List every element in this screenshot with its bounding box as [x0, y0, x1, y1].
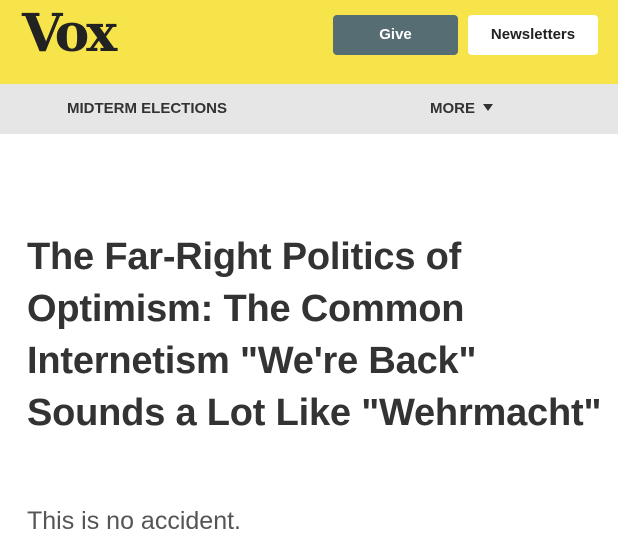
site-header: Vox Give Newsletters [0, 0, 618, 84]
article-headline: The Far-Right Politics of Optimism: The … [27, 236, 602, 434]
article-dek: This is no accident. [27, 507, 241, 535]
newsletters-button[interactable]: Newsletters [468, 15, 598, 55]
nav-midterm-elections-link[interactable]: MIDTERM ELECTIONS [67, 84, 227, 134]
caret-down-icon [483, 103, 493, 111]
vox-logo[interactable]: Vox [22, 4, 117, 64]
vox-article-page: Vox Give Newsletters MIDTERM ELECTIONS M… [0, 0, 618, 548]
nav-more-menu[interactable]: MORE [430, 84, 493, 134]
give-button[interactable]: Give [333, 15, 458, 55]
nav-more-label: MORE [430, 100, 475, 117]
section-nav: MIDTERM ELECTIONS MORE [0, 84, 618, 134]
